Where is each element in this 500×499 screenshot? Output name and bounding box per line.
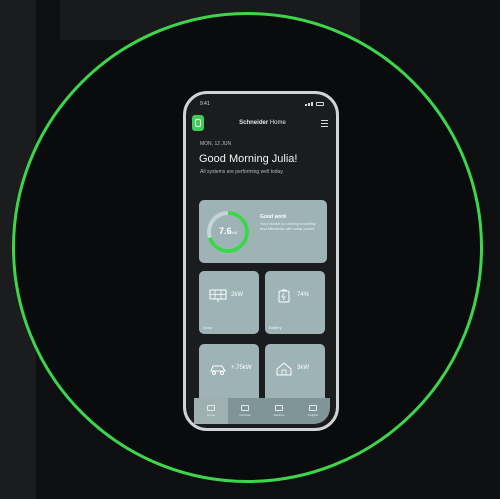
tab-devices-label: Devices — [273, 413, 285, 417]
insights-icon — [309, 405, 317, 411]
signal-icon — [305, 102, 313, 106]
home-value: 3kW — [297, 365, 309, 371]
brand-name: Schneider — [239, 120, 269, 126]
home-icon — [276, 362, 292, 376]
menu-icon[interactable] — [321, 119, 328, 127]
solar-label: Solar — [203, 325, 213, 330]
tab-controls-label: Controls — [239, 413, 251, 417]
controls-icon — [241, 405, 249, 411]
solar-value: 2kW — [231, 292, 243, 298]
greeting-subtitle: All systems are performing well today. — [200, 169, 284, 175]
battery-tile[interactable]: 74% Battery — [265, 271, 325, 334]
app-header: Schneider Home — [192, 115, 328, 131]
solar-tile[interactable]: 2kW Solar — [199, 271, 259, 334]
status-icons — [305, 102, 324, 106]
summary-text: Your house is running smoothly and effic… — [260, 221, 316, 231]
battery-value: 74% — [297, 292, 310, 298]
tab-devices[interactable]: Devices — [262, 398, 296, 424]
date-label: MON, 12 JUN — [200, 141, 232, 147]
tab-insights-label: Insights — [307, 413, 319, 417]
app-logo-icon — [192, 115, 204, 131]
brand-title: Schneider Home — [204, 120, 321, 126]
tab-controls[interactable]: Controls — [228, 398, 262, 424]
status-bar: 9:41 — [200, 100, 324, 108]
status-time: 9:41 — [200, 101, 210, 107]
summary-title: Good work — [260, 214, 287, 220]
solar-panel-icon — [209, 289, 227, 302]
battery-status-icon — [316, 102, 324, 106]
greeting-title: Good Morning Julia! — [199, 153, 298, 165]
tab-insights[interactable]: Insights — [296, 398, 330, 424]
brand-suffix: Home — [269, 120, 286, 126]
car-icon — [210, 365, 226, 375]
tab-home-label: Home — [206, 413, 215, 417]
battery-label: Battery — [269, 325, 282, 330]
devices-icon — [275, 405, 283, 411]
energy-summary-card[interactable]: 7.6kW Good work Your house is running sm… — [199, 200, 327, 263]
tab-home[interactable]: Home — [194, 398, 228, 424]
home-tab-icon — [207, 405, 215, 411]
battery-icon — [278, 289, 290, 303]
phone-mockup: 9:41 Schneider Home MON, 12 JUN Good Mor… — [183, 91, 339, 431]
bottom-tab-bar: Home Controls Devices Insights — [194, 398, 330, 424]
gauge-value: 7.6kW — [219, 226, 238, 236]
grid-value: +.75kW — [231, 365, 252, 371]
